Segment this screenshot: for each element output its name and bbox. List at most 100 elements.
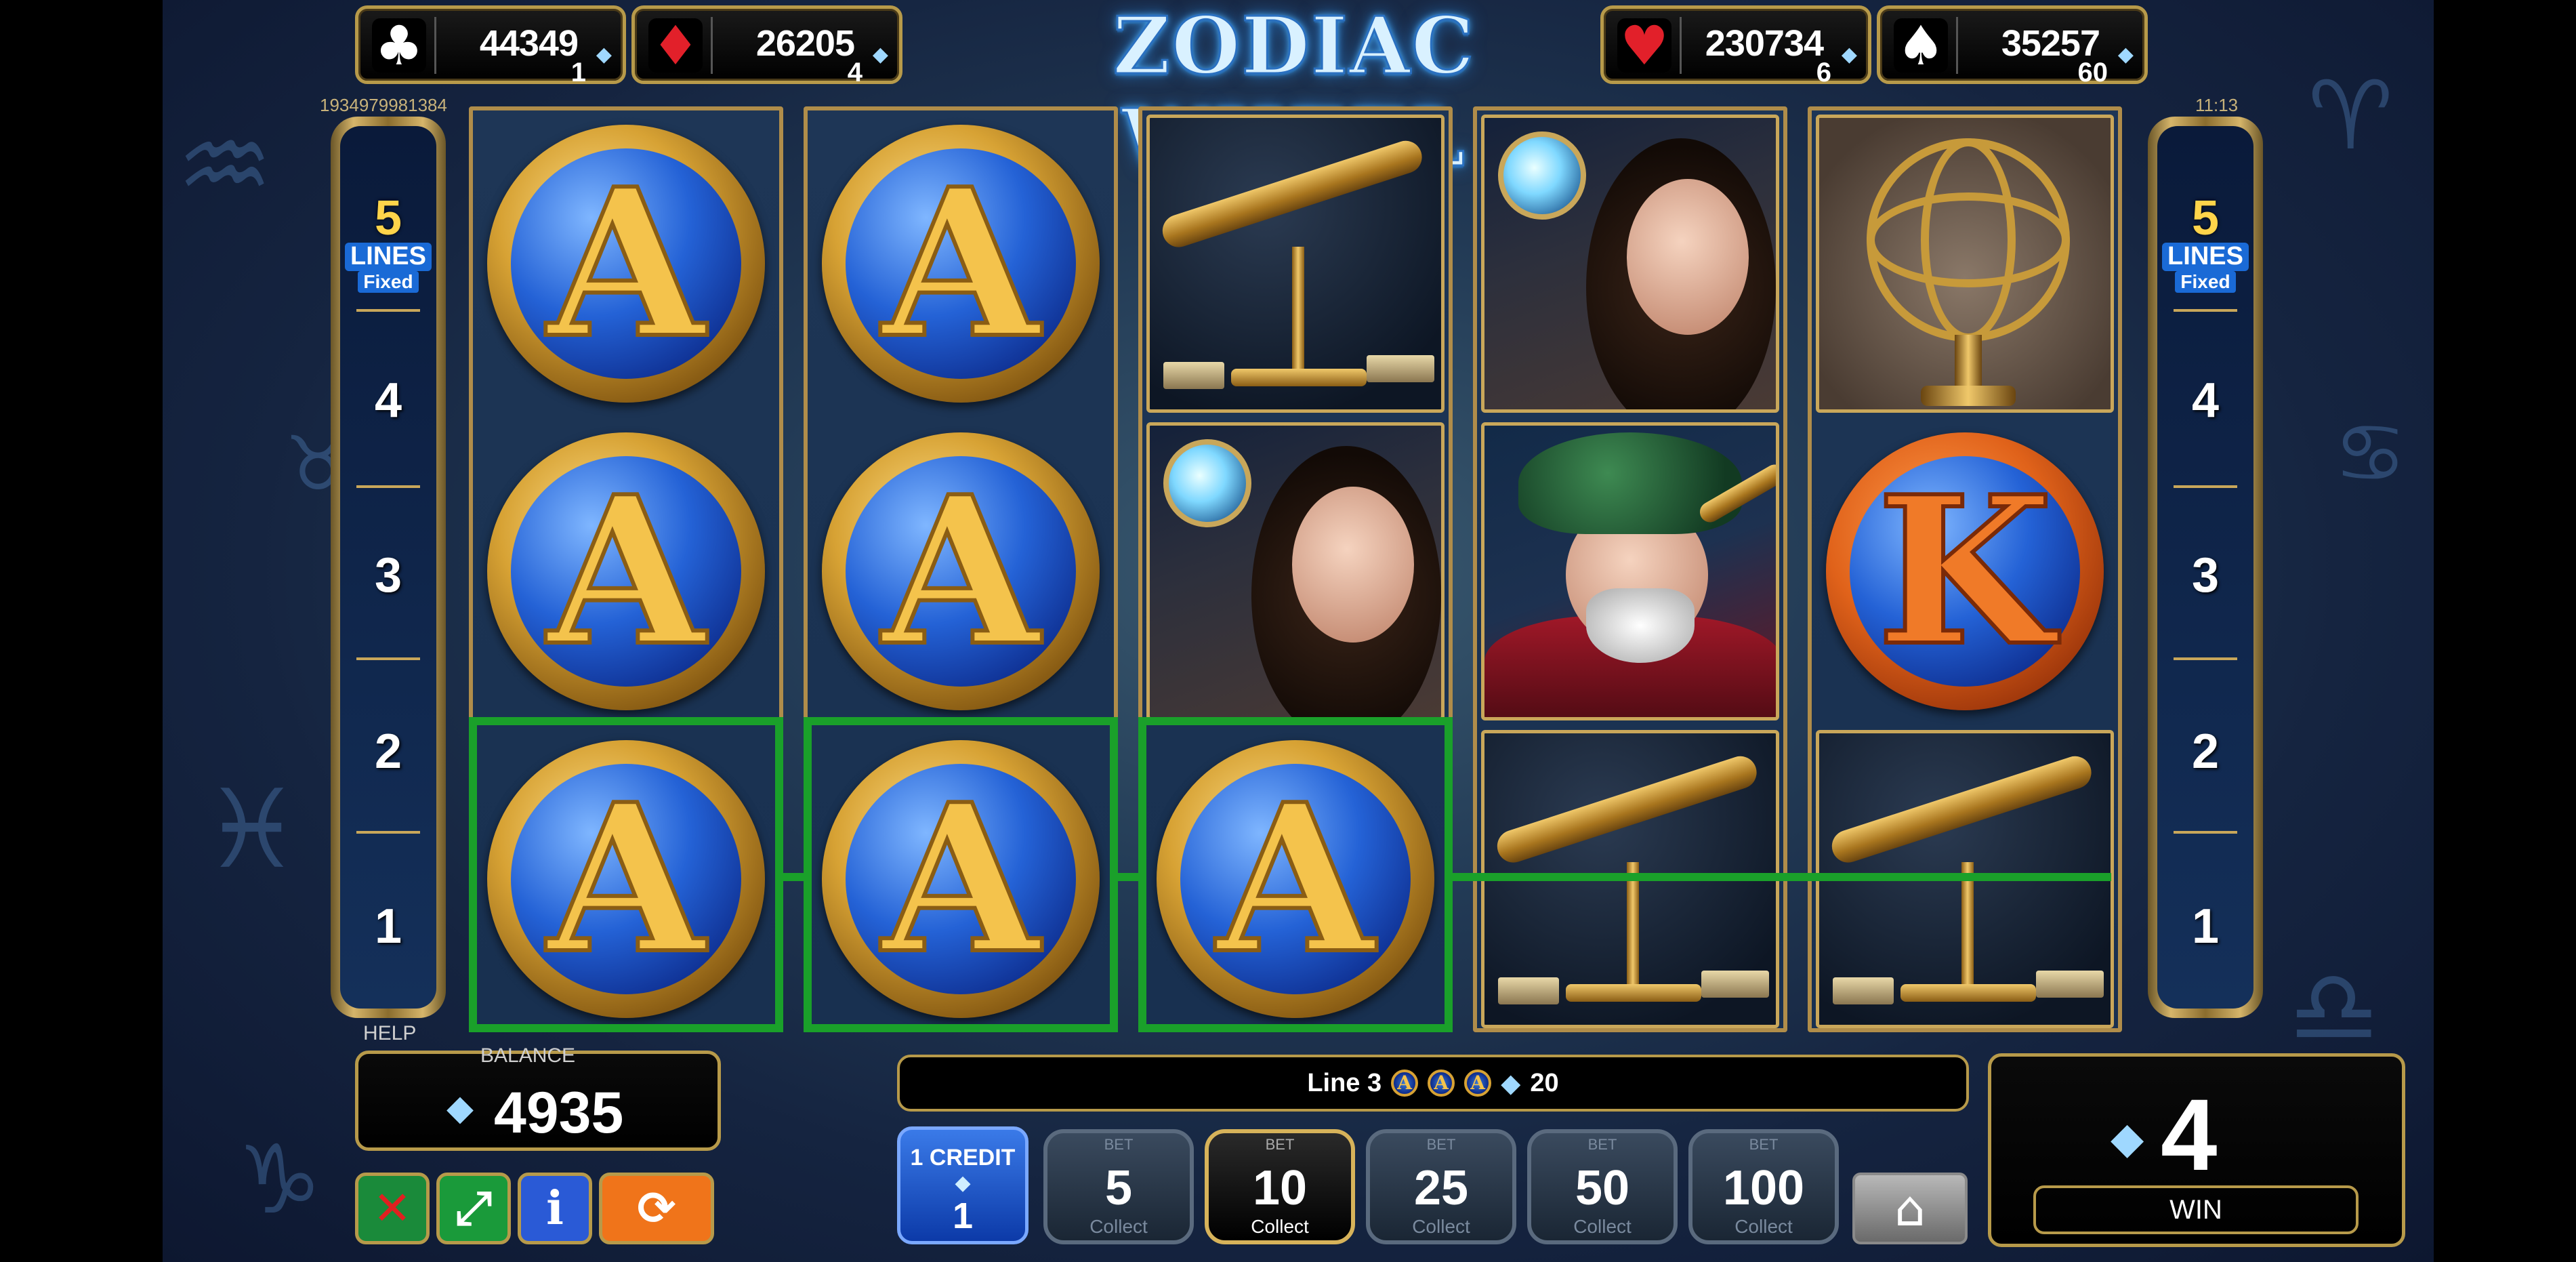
info-icon[interactable]: i bbox=[518, 1173, 592, 1244]
book bbox=[1833, 977, 1894, 1004]
k-symbol: K bbox=[1826, 432, 2104, 710]
line-marker-2: 2 bbox=[374, 725, 402, 779]
line-marker-3: 3 bbox=[374, 548, 402, 603]
telescope-tube bbox=[1827, 752, 2096, 867]
collect-label: Collect bbox=[1412, 1216, 1470, 1237]
jackpot-divider bbox=[711, 17, 713, 74]
telescope-base bbox=[1900, 984, 2036, 1002]
telescope-stand bbox=[1292, 247, 1304, 375]
balance-value: 4935 bbox=[494, 1080, 624, 1145]
line-marker-1: 1 bbox=[2191, 899, 2220, 954]
reel-4 bbox=[1473, 106, 1787, 1032]
line-marker-4: 4 bbox=[374, 373, 402, 428]
divider bbox=[356, 831, 420, 834]
reel-cell bbox=[1142, 418, 1449, 725]
gem-icon: ◆ bbox=[596, 43, 612, 66]
jackpot-amount: 230734 bbox=[1705, 23, 1824, 64]
jackpot-count: 60 bbox=[2077, 58, 2108, 87]
win-label: WIN bbox=[2033, 1185, 2359, 1234]
bet-value: 100 bbox=[1722, 1161, 1805, 1215]
autoplay-icon[interactable]: ⟳ bbox=[599, 1173, 714, 1244]
book bbox=[1163, 362, 1224, 389]
bet-50-button[interactable]: BET 50 Collect bbox=[1527, 1129, 1678, 1244]
credit-button[interactable]: 1 CREDIT ◆ 1 bbox=[897, 1126, 1029, 1244]
telescope-base bbox=[1566, 984, 1701, 1002]
hearts-icon: ♥ bbox=[1617, 14, 1671, 77]
bet-value: 25 bbox=[1413, 1161, 1469, 1215]
reel-cell: A bbox=[808, 418, 1114, 725]
divider bbox=[356, 485, 420, 488]
divider bbox=[2174, 657, 2237, 660]
astronomer-symbol bbox=[1481, 422, 1779, 720]
sound-off-icon[interactable]: ✕ bbox=[355, 1173, 430, 1244]
win-message-bar: Line 3 A A A ◆ 20 bbox=[897, 1055, 1969, 1112]
jackpot-hearts: ♥ 230734 6 ◆ bbox=[1600, 5, 1871, 87]
telescope-tube bbox=[1158, 136, 1426, 251]
collect-label: Collect bbox=[1573, 1216, 1632, 1237]
win-line-amount: 20 bbox=[1530, 1068, 1559, 1097]
divider bbox=[2174, 831, 2237, 834]
payline-segment bbox=[1453, 873, 2111, 881]
game-stage: ♒ ♓ ♉ ♈ ♋ ♎ ♑ ♣ 44349 1 ◆ ♦ 26205 4 ◆ ZO… bbox=[163, 0, 2434, 1262]
bet-value: 50 bbox=[1575, 1161, 1630, 1215]
cancer-bg-icon: ♋ bbox=[2333, 407, 2407, 501]
line-marker-1: 1 bbox=[374, 899, 402, 954]
jackpot-clubs: ♣ 44349 1 ◆ bbox=[355, 5, 626, 87]
bet-label: BET bbox=[1426, 1136, 1456, 1153]
jackpot-diamonds: ♦ 26205 4 ◆ bbox=[631, 5, 902, 87]
jackpot-divider bbox=[1680, 17, 1682, 74]
win-value: 4 bbox=[2161, 1078, 2218, 1192]
credit-label: 1 CREDIT bbox=[910, 1145, 1016, 1171]
lines-indicator: 5 LINES Fixed bbox=[2157, 194, 2253, 293]
jackpot-count: 4 bbox=[847, 58, 863, 87]
aquarius-bg-icon: ♒ bbox=[176, 102, 274, 228]
divider bbox=[2174, 485, 2237, 488]
sphere-base bbox=[1921, 386, 2016, 406]
bet-10-button[interactable]: BET 10 Collect bbox=[1205, 1129, 1355, 1244]
win-panel: ◆ 4 WIN bbox=[1988, 1053, 2405, 1247]
win-highlight-1 bbox=[469, 717, 783, 1032]
diamonds-icon: ♦ bbox=[648, 14, 703, 77]
bet-25-button[interactable]: BET 25 Collect bbox=[1366, 1129, 1516, 1244]
reel-cell bbox=[1812, 110, 2118, 417]
lamp bbox=[1498, 131, 1586, 220]
payline-segment bbox=[1118, 873, 1138, 881]
bet-label: BET bbox=[1104, 1136, 1134, 1153]
game-title: ZODIAC WHEEL bbox=[1112, 0, 1476, 186]
line-marker-2: 2 bbox=[2191, 725, 2220, 779]
jackpot-divider bbox=[434, 17, 436, 74]
telescope-base bbox=[1231, 369, 1367, 386]
lines-label: LINES bbox=[2162, 242, 2249, 271]
jackpot-count: 6 bbox=[1816, 58, 1831, 87]
lamp bbox=[1163, 439, 1251, 527]
lady-symbol bbox=[1481, 115, 1779, 413]
home-button[interactable]: ⌂ bbox=[1852, 1173, 1968, 1244]
payline-segment bbox=[783, 873, 804, 881]
lines-mode: Fixed bbox=[358, 270, 419, 293]
divider bbox=[356, 309, 420, 312]
divider bbox=[356, 657, 420, 660]
lines-panel-left: 5 LINES Fixed 4 3 2 1 bbox=[331, 117, 446, 1018]
bet-5-button[interactable]: BET 5 Collect bbox=[1043, 1129, 1194, 1244]
gem-icon: ◆ bbox=[955, 1172, 971, 1194]
fullscreen-icon[interactable]: ⤢ bbox=[436, 1173, 511, 1244]
reel-5: K bbox=[1808, 106, 2122, 1032]
jackpot-divider bbox=[1956, 17, 1958, 74]
reel-cell bbox=[1142, 110, 1449, 417]
telescope-stand bbox=[1627, 862, 1639, 991]
line-marker-3: 3 bbox=[2191, 548, 2220, 603]
jackpot-spades: ♠ 35257 60 ◆ bbox=[1877, 5, 2148, 87]
win-highlight-3 bbox=[1138, 717, 1453, 1032]
spades-icon: ♠ bbox=[1894, 14, 1948, 77]
reel-cell: A bbox=[473, 418, 779, 725]
bet-100-button[interactable]: BET 100 Collect bbox=[1688, 1129, 1839, 1244]
help-label[interactable]: HELP bbox=[363, 1022, 416, 1045]
bet-value: 10 bbox=[1252, 1161, 1308, 1215]
gem-icon: ◆ bbox=[2111, 1114, 2144, 1164]
gem-icon: ◆ bbox=[446, 1088, 474, 1128]
lines-label: LINES bbox=[345, 242, 432, 271]
pisces-bg-icon: ♓ bbox=[203, 766, 301, 893]
lines-count: 5 bbox=[374, 191, 402, 245]
collect-label: Collect bbox=[1734, 1216, 1793, 1237]
face bbox=[1292, 487, 1414, 643]
